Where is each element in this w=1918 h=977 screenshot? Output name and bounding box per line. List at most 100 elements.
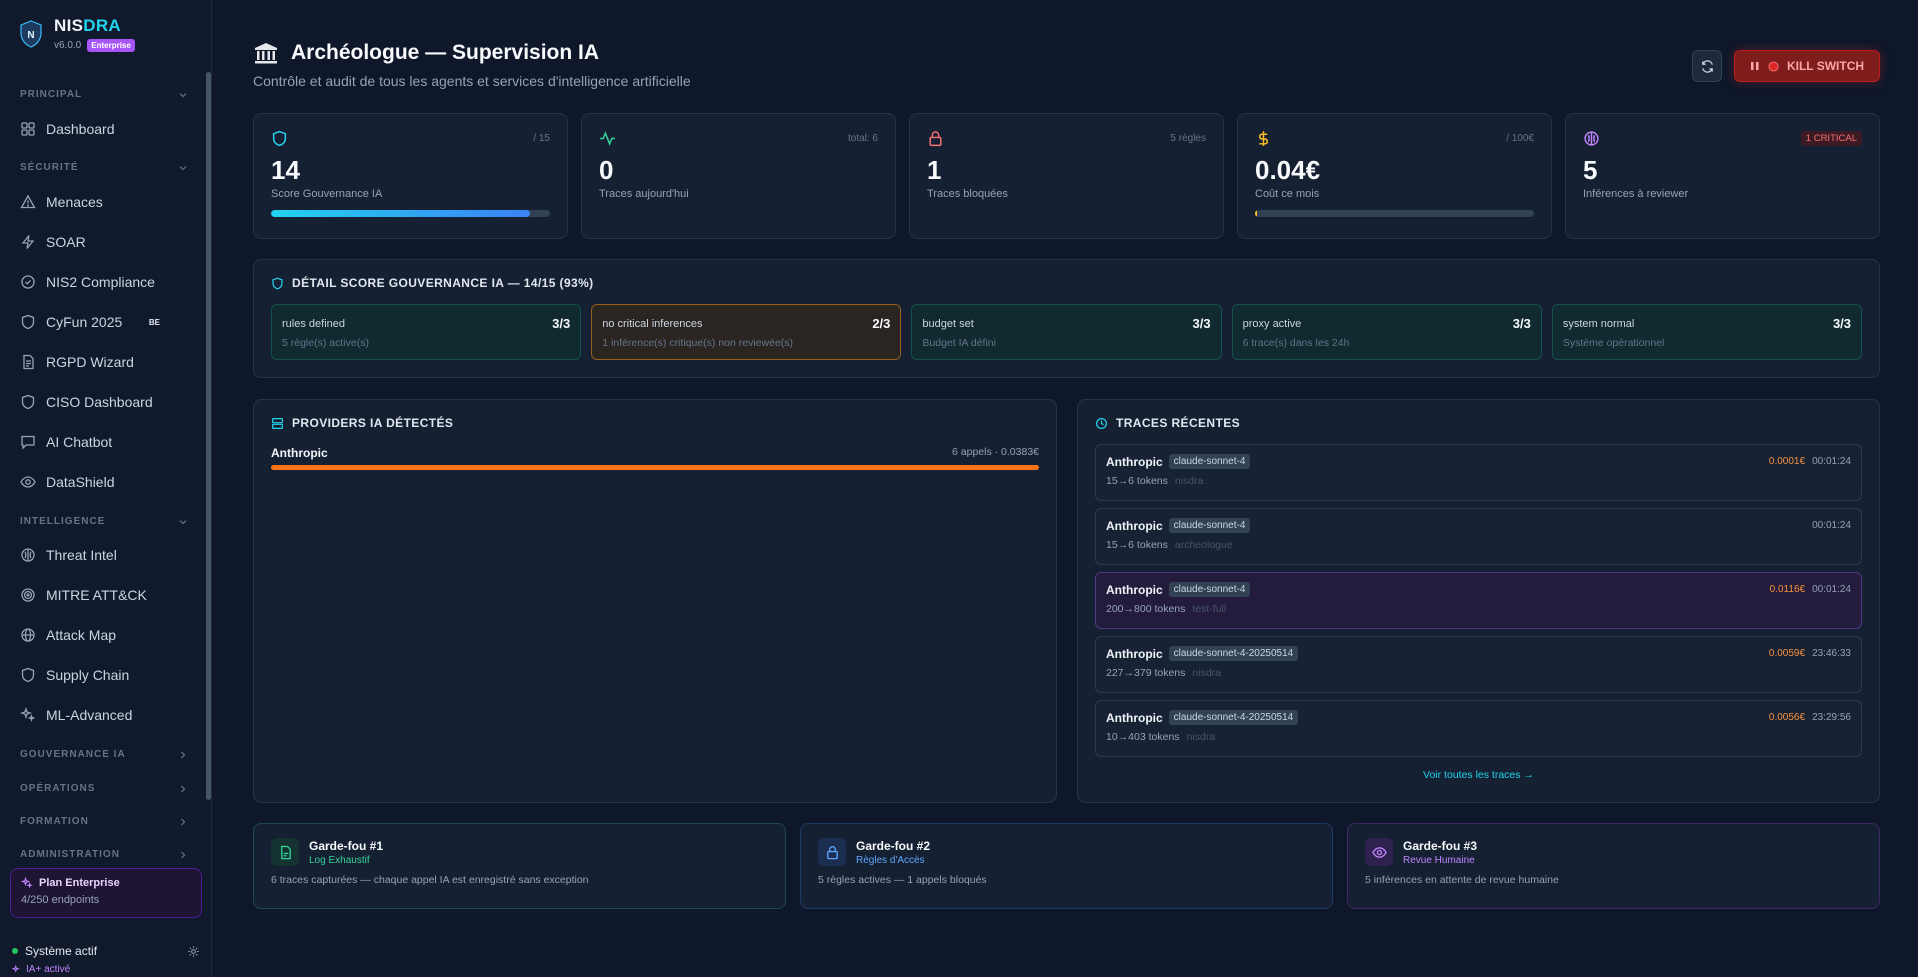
plan-box[interactable]: Plan Enterprise 4/250 endpoints <box>10 868 202 918</box>
guardrail-title: Garde-fou #3 <box>1403 838 1478 853</box>
dollar-icon <box>1259 131 1268 146</box>
see-all-traces-link[interactable]: Voir toutes les traces → <box>1095 769 1862 781</box>
chevron-down-icon <box>179 519 187 524</box>
sidebar-item-threat-intel[interactable]: Threat Intel <box>20 547 190 563</box>
chevron-down-icon <box>179 92 187 97</box>
version-label: v6.0.0 <box>54 40 82 51</box>
provider-row[interactable]: Anthropic 6 appels · 0.0383€ <box>271 446 1039 460</box>
sidebar-item-soar[interactable]: SOAR <box>20 234 190 250</box>
sidebar-item-supply-chain[interactable]: Supply Chain <box>20 667 190 683</box>
section-formation[interactable]: FORMATION <box>20 816 188 827</box>
status-dot-icon <box>12 948 18 954</box>
guardrail-title: Garde-fou #2 <box>856 838 931 853</box>
stat-label: Traces bloquées <box>927 188 1008 200</box>
guardrail-subtitle: Revue Humaine <box>1403 854 1475 866</box>
kill-switch-button[interactable]: KILL SWITCH <box>1734 50 1880 82</box>
eye-icon <box>1371 846 1387 858</box>
server-icon <box>272 417 283 429</box>
provider-name: Anthropic <box>271 446 328 460</box>
rule-proxy-active[interactable]: proxy active 3/3 6 trace(s) dans les 24h <box>1231 304 1542 360</box>
sidebar-item-nis2[interactable]: NIS2 Compliance <box>20 274 190 290</box>
museum-icon <box>255 43 277 64</box>
refresh-button[interactable] <box>1692 50 1722 82</box>
stat-card-cost: / 100€ 0.04€ Coût ce mois <box>1237 113 1552 239</box>
section-securite[interactable]: SÉCURITÉ <box>20 162 188 173</box>
critical-badge: 1 CRITICAL <box>1800 131 1862 146</box>
budget-progress <box>1255 210 1534 217</box>
section-principal[interactable]: PRINCIPAL <box>20 89 188 100</box>
rule-no-critical-inferences[interactable]: no critical inferences 2/3 1 inférence(s)… <box>591 304 902 360</box>
page-title: Archéologue — Supervision IA <box>253 40 599 66</box>
sidebar-item-datashield[interactable]: DataShield <box>20 474 190 490</box>
sidebar-item-mitre[interactable]: MITRE ATT&CK <box>20 587 190 603</box>
sidebar-item-dashboard[interactable]: Dashboard <box>20 121 190 137</box>
trace-row[interactable]: Anthropic claude-sonnet-4 00:01:24 15→6 to… <box>1095 508 1862 565</box>
stat-max: / 15 <box>533 133 550 144</box>
guardrail-desc: 5 inférences en attente de revue humaine <box>1365 874 1559 886</box>
svg-text:N: N <box>27 30 34 41</box>
trace-row-highlighted[interactable]: Anthropic claude-sonnet-4 0.0116€ 00:01:24 … <box>1095 572 1862 629</box>
section-gouvernance-ia[interactable]: GOUVERNANCE IA <box>20 749 188 760</box>
sidebar-item-rgpd[interactable]: RGPD Wizard <box>20 354 190 370</box>
edition-badge: Enterprise <box>87 39 135 52</box>
globe-icon <box>21 628 35 642</box>
rule-budget-set[interactable]: budget set 3/3 Budget IA défini <box>911 304 1222 360</box>
sidebar-item-chatbot[interactable]: AI Chatbot <box>20 434 190 450</box>
trace-row[interactable]: Anthropic claude-sonnet-4 0.0001€ 00:01:24 … <box>1095 444 1862 501</box>
provider-usage-bar <box>271 465 1039 470</box>
gear-icon[interactable] <box>187 945 200 958</box>
guardrail-subtitle: Log Exhaustif <box>309 854 370 866</box>
page-subtitle: Contrôle et audit de tous les agents et … <box>253 73 691 89</box>
providers-card: PROVIDERS IA DÉTECTÉS Anthropic 6 appels… <box>253 399 1057 803</box>
rule-rules-defined[interactable]: rules defined 3/3 5 règle(s) active(s) <box>271 304 582 360</box>
sidebar-item-ciso[interactable]: CISO Dashboard <box>20 394 190 410</box>
shield-icon <box>272 277 283 289</box>
sparkles-icon <box>20 707 36 723</box>
stat-value: 0.04€ <box>1255 155 1321 185</box>
model-badge: claude-sonnet-4-20250514 <box>1168 646 1299 661</box>
shield-icon <box>21 667 35 683</box>
guardrail-card-2: Garde-fou #2 Règles d'Accès 5 règles act… <box>800 823 1333 909</box>
bolt-icon <box>21 235 35 249</box>
section-administration[interactable]: ADMINISTRATION <box>20 849 188 860</box>
stat-total: total: 6 <box>847 133 878 144</box>
stat-label: Coût ce mois <box>1255 188 1320 200</box>
chevron-right-icon <box>181 785 186 792</box>
trace-row[interactable]: Anthropic claude-sonnet-4-20250514 0.0059€… <box>1095 636 1862 693</box>
sidebar-item-menaces[interactable]: Menaces <box>20 194 190 210</box>
shield-logo-icon: N <box>20 20 42 48</box>
country-tag: BE <box>148 317 160 327</box>
clock-icon <box>1096 417 1107 429</box>
traces-title: TRACES RÉCENTES <box>1116 416 1241 430</box>
sidebar-scrollbar[interactable] <box>206 72 211 800</box>
system-status-label: Système actif <box>25 944 98 958</box>
system-status: Système actif <box>12 944 200 958</box>
guardrail-desc: 5 règles actives — 1 appels bloqués <box>818 874 987 886</box>
stat-label: Traces aujourd'hui <box>599 188 689 200</box>
file-log-icon <box>280 845 291 859</box>
sidebar-item-attack-map[interactable]: Attack Map <box>20 627 190 643</box>
guardrail-title: Garde-fou #1 <box>309 838 384 853</box>
chevron-right-icon <box>181 751 186 758</box>
section-operations[interactable]: OPÉRATIONS <box>20 783 188 794</box>
chevron-right-icon <box>181 818 186 825</box>
sidebar-item-cyfun[interactable]: CyFun 2025 BE <box>20 314 190 330</box>
chevron-down-icon <box>179 165 187 170</box>
warning-icon <box>20 194 36 209</box>
refresh-icon <box>1701 59 1713 73</box>
stat-value: 14 <box>271 155 300 185</box>
guardrail-desc: 6 traces capturées — chaque appel IA est… <box>271 874 589 886</box>
stat-label: Score Gouvernance IA <box>271 188 383 200</box>
brain-icon <box>21 548 35 562</box>
stat-card-score: / 15 14 Score Gouvernance IA <box>253 113 568 239</box>
trace-row[interactable]: Anthropic claude-sonnet-4-20250514 0.0056€… <box>1095 700 1862 757</box>
stat-value: 5 <box>1583 155 1598 185</box>
stat-budget: / 100€ <box>1506 133 1534 144</box>
chevron-right-icon <box>181 851 186 858</box>
section-intelligence[interactable]: INTELLIGENCE <box>20 516 188 527</box>
sidebar-item-ml-advanced[interactable]: ML-Advanced <box>20 707 190 723</box>
shield-icon <box>272 130 287 147</box>
chat-icon <box>21 435 35 450</box>
brand[interactable]: N NISDRA v6.0.0 Enterprise <box>20 16 135 52</box>
rule-system-normal[interactable]: system normal 3/3 Système opérationnel <box>1551 304 1863 360</box>
